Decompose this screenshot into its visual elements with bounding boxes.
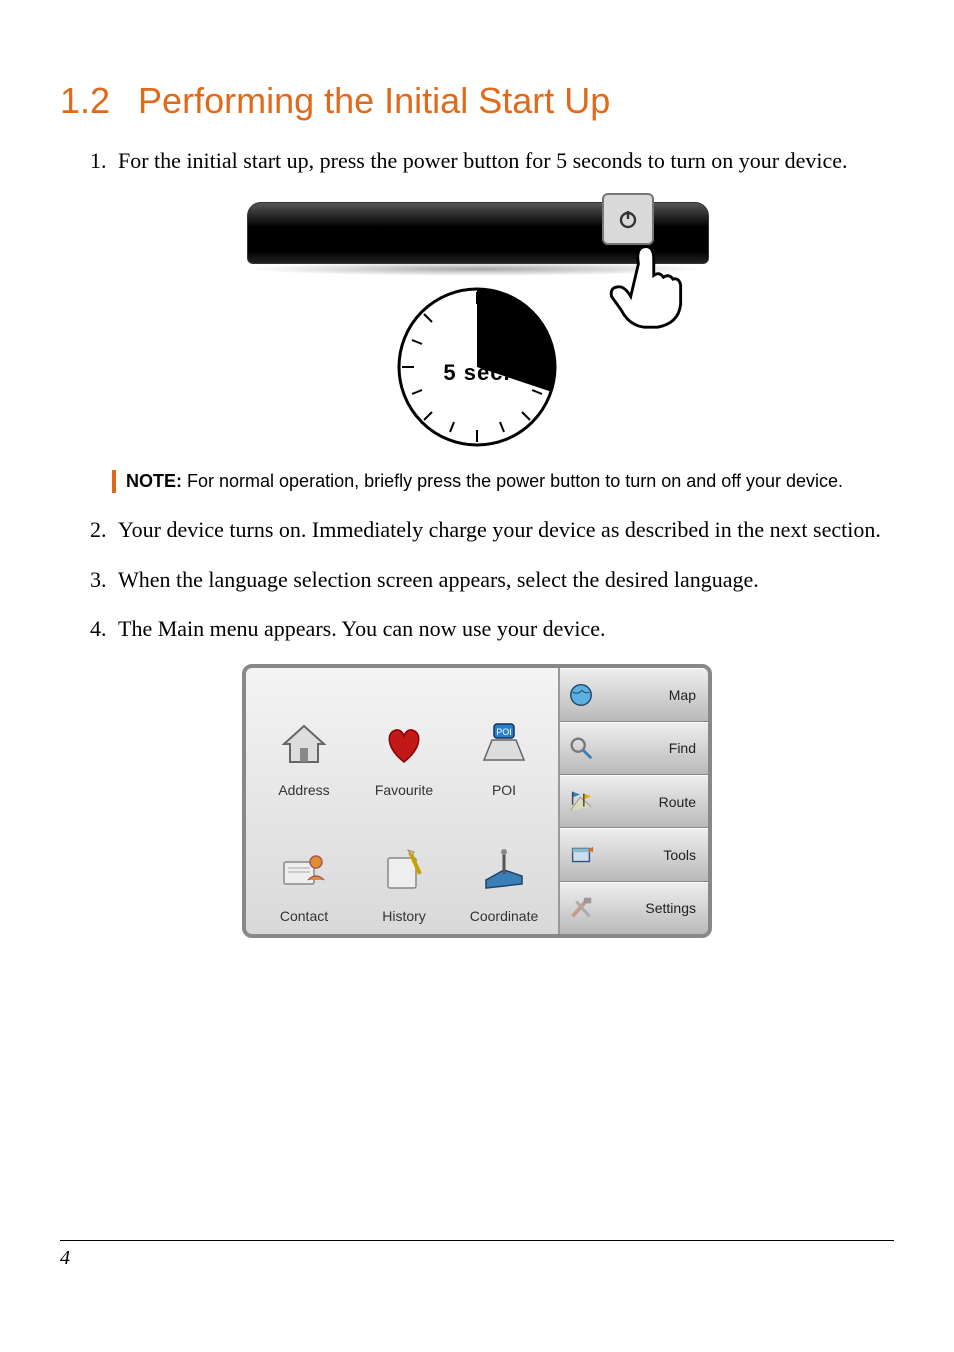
drawer-icon [566,840,596,870]
menu-item-contact[interactable]: Contact [256,804,352,924]
page-number: 4 [60,1247,70,1269]
steps-list: For the initial start up, press the powe… [60,146,894,176]
step-2: Your device turns on. Immediately charge… [112,515,894,545]
coordinate-icon [474,840,534,900]
flag-route-icon [566,787,596,817]
step-3: When the language selection screen appea… [112,565,894,595]
step-4: The Main menu appears. You can now use y… [112,614,894,644]
note-text: For normal operation, briefly press the … [187,471,843,491]
side-label: Tools [600,847,700,863]
menu-item-label: Contact [280,908,328,924]
side-tools[interactable]: Tools [560,828,708,881]
menu-item-favourite[interactable]: Favourite [356,678,452,798]
magnifier-icon [566,733,596,763]
side-label: Find [600,740,700,756]
side-find[interactable]: Find [560,722,708,775]
side-label: Route [600,794,700,810]
menu-item-address[interactable]: Address [256,678,352,798]
note-label: NOTE: [126,471,182,491]
section-number: 1.2 [60,80,110,122]
menu-item-history[interactable]: History [356,804,452,924]
menu-item-label: Address [278,782,329,798]
menu-item-label: Coordinate [470,908,539,924]
menu-side: Map Find Route Tools [558,668,708,934]
main-menu-screenshot: Address Favourite POI POI [242,664,712,938]
menu-item-label: Favourite [375,782,433,798]
heart-icon [374,714,434,774]
stopwatch-label: 5 sec. [392,360,562,386]
note-box: NOTE: For normal operation, briefly pres… [112,470,894,493]
page: 1.2 Performing the Initial Start Up For … [0,0,954,1352]
pointing-hand-icon [600,235,696,331]
side-settings[interactable]: Settings [560,882,708,934]
menu-grid: Address Favourite POI POI [246,668,558,934]
menu-item-label: POI [492,782,516,798]
tools-icon [566,893,596,923]
svg-text:POI: POI [496,727,512,737]
contact-icon [274,840,334,900]
device-illustration: 5 sec. [60,196,894,452]
steps-list-continued: Your device turns on. Immediately charge… [60,515,894,644]
section-title: Performing the Initial Start Up [138,80,610,122]
page-footer: 4 [60,1240,894,1270]
side-map[interactable]: Map [560,668,708,721]
house-icon [274,714,334,774]
poi-icon: POI [474,714,534,774]
side-label: Settings [600,900,700,916]
menu-item-coordinate[interactable]: Coordinate [456,804,552,924]
side-label: Map [600,687,700,703]
globe-icon [566,680,596,710]
menu-item-poi[interactable]: POI POI [456,678,552,798]
stopwatch-icon: 5 sec. [392,282,562,452]
step-1: For the initial start up, press the powe… [112,146,894,176]
device-body [247,202,709,264]
side-route[interactable]: Route [560,775,708,828]
section-heading: 1.2 Performing the Initial Start Up [60,80,894,122]
history-icon [374,840,434,900]
menu-item-label: History [382,908,426,924]
